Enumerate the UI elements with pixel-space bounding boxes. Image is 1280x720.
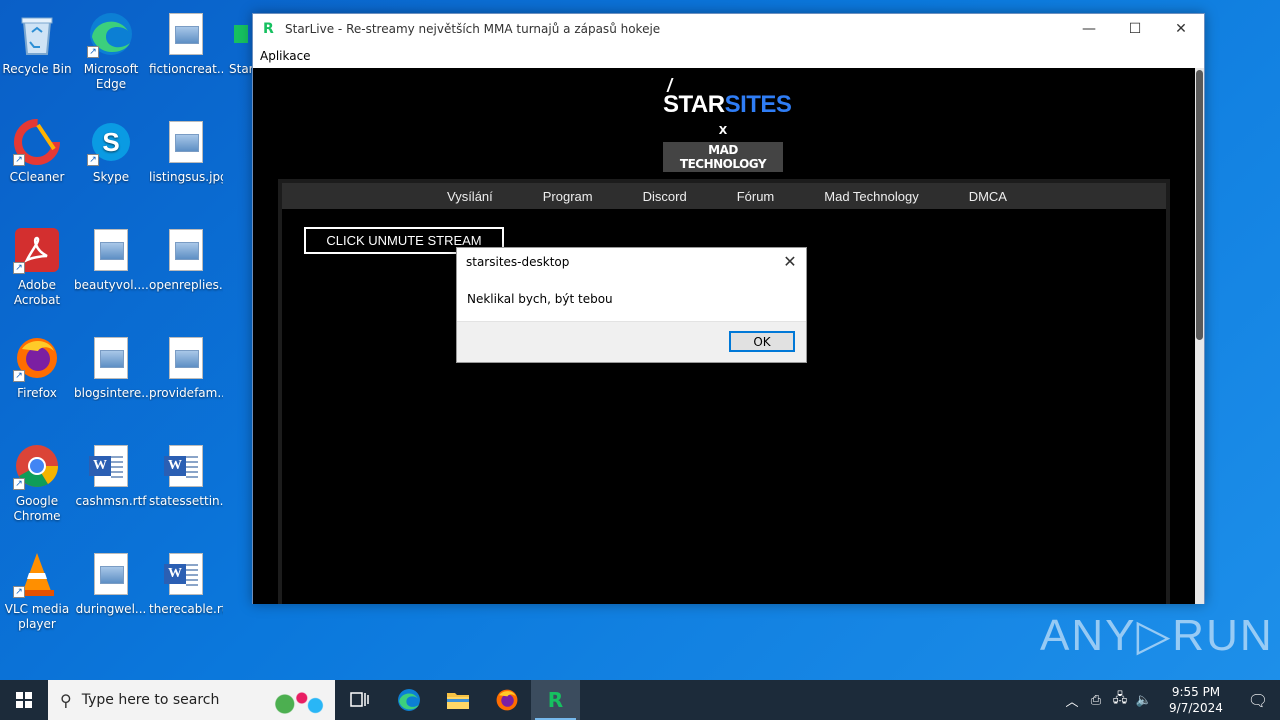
search-placeholder: Type here to search	[81, 692, 220, 708]
desktop-icon-fictioncreat[interactable]: fictioncreat...	[149, 4, 223, 104]
taskbar-edge[interactable]	[384, 680, 433, 720]
close-window-button[interactable]: ✕	[1158, 14, 1204, 44]
ok-button[interactable]: OK	[729, 331, 795, 352]
desktop-icon-ccleaner[interactable]: ↗ CCleaner	[0, 112, 74, 212]
image-file-icon	[87, 334, 135, 382]
notification-icon[interactable]: 🗨	[1236, 691, 1280, 710]
desktop-icon-beautyvol[interactable]: beautyvol....	[74, 220, 148, 320]
site-frame: Vysílání Program Discord Fórum Mad Techn…	[278, 179, 1170, 604]
logo-x: X	[718, 124, 728, 137]
svg-text:S: S	[102, 127, 119, 157]
taskbar-firefox[interactable]	[482, 680, 531, 720]
image-file-icon	[87, 550, 135, 598]
taskbar: ⚲ Type here to search R ︿ ⎙ 🖧 🔈 9:55 PM …	[0, 680, 1280, 720]
logo-mad-technology: MAD TECHNOLOGY	[663, 142, 783, 172]
vlc-icon: ↗	[13, 550, 61, 598]
starsites-logo[interactable]: STARSITES X MAD TECHNOLOGY	[663, 76, 792, 172]
dialog-message: Neklikal bych, být tebou	[467, 292, 613, 306]
dialog-footer: OK	[457, 321, 806, 362]
edge-icon: ↗	[87, 10, 135, 58]
anyrun-watermark: ANY▷RUN	[1040, 611, 1274, 660]
shortcut-arrow-icon: ↗	[13, 478, 25, 490]
nav-mad-technology[interactable]: Mad Technology	[824, 189, 918, 204]
shortcut-arrow-icon: ↗	[13, 154, 25, 166]
image-file-icon	[162, 10, 210, 58]
task-view-button[interactable]	[335, 680, 384, 720]
desktop-icon-microsoft-edge[interactable]: ↗ Microsoft Edge	[74, 4, 148, 104]
skype-icon: S ↗	[87, 118, 135, 166]
image-file-icon	[162, 118, 210, 166]
desktop-icon-skype[interactable]: S ↗ Skype	[74, 112, 148, 212]
minimize-button[interactable]: —	[1066, 14, 1112, 44]
desktop-icon-blogsintere[interactable]: blogsintere...	[74, 328, 148, 428]
shortcut-arrow-icon: ↗	[13, 370, 25, 382]
volume-icon[interactable]: 🔈	[1132, 693, 1156, 708]
image-file-icon	[162, 334, 210, 382]
desktop-icon-cashmsn[interactable]: W cashmsn.rtf	[74, 436, 148, 536]
nav-vysilani[interactable]: Vysílání	[447, 189, 493, 204]
menubar: Aplikace	[253, 44, 1204, 68]
firefox-icon	[496, 689, 517, 711]
starlive-app-icon: R	[547, 688, 564, 712]
clock-time: 9:55 PM	[1171, 685, 1221, 699]
image-file-icon	[162, 226, 210, 274]
shortcut-arrow-icon: ↗	[13, 586, 25, 598]
chrome-icon: ↗	[13, 442, 61, 490]
shortcut-arrow-icon: ↗	[13, 262, 25, 274]
windows-logo-icon	[16, 692, 32, 708]
site-navbar: Vysílání Program Discord Fórum Mad Techn…	[282, 183, 1166, 209]
logo-wordmark: STARSITES	[663, 91, 792, 118]
desktop-icon-providefam[interactable]: providefam...	[149, 328, 223, 428]
nav-dmca[interactable]: DMCA	[969, 189, 1007, 204]
window-titlebar[interactable]: R StarLive - Re-streamy největších MMA t…	[253, 14, 1204, 44]
word-document-icon: W	[87, 442, 135, 490]
taskbar-search-box[interactable]: ⚲ Type here to search	[48, 680, 335, 720]
nav-program[interactable]: Program	[543, 189, 593, 204]
clock[interactable]: 9:55 PM 9/7/2024	[1156, 684, 1236, 716]
nav-forum[interactable]: Fórum	[737, 189, 775, 204]
desktop-icon-recycle-bin[interactable]: Recycle Bin	[0, 4, 74, 104]
desktop-icon-therecable[interactable]: W therecable.rtf	[149, 544, 223, 644]
ccleaner-icon: ↗	[13, 118, 61, 166]
image-file-icon	[87, 226, 135, 274]
scrollbar-thumb[interactable]	[1196, 70, 1203, 340]
adobe-acrobat-icon: ↗	[13, 226, 61, 274]
starlive-app-icon: R	[263, 21, 274, 37]
desktop-icon-google-chrome[interactable]: ↗ Google Chrome	[0, 436, 74, 536]
word-document-icon: W	[162, 442, 210, 490]
taskbar-starlive[interactable]: R	[531, 680, 580, 720]
shortcut-arrow-icon: ↗	[87, 154, 99, 166]
vertical-scrollbar[interactable]	[1195, 68, 1204, 604]
nav-discord[interactable]: Discord	[643, 189, 687, 204]
chevron-up-icon[interactable]: ︿	[1060, 691, 1084, 710]
alert-dialog: starsites-desktop ✕ Neklikal bych, být t…	[456, 247, 807, 363]
menu-aplikace[interactable]: Aplikace	[253, 49, 318, 63]
dialog-close-button[interactable]: ✕	[780, 252, 800, 272]
desktop-icon-firefox[interactable]: ↗ Firefox	[0, 328, 74, 428]
maximize-button[interactable]: ☐	[1112, 14, 1158, 44]
desktop-icon-vlc[interactable]: ↗ VLC media player	[0, 544, 74, 644]
meet-now-icon[interactable]: ⎙	[1084, 693, 1108, 708]
desktop-icon-listingsus[interactable]: listingsus.jpg	[149, 112, 223, 212]
firefox-icon: ↗	[13, 334, 61, 382]
word-document-icon: W	[162, 550, 210, 598]
search-icon: ⚲	[60, 690, 72, 710]
edge-icon	[397, 689, 420, 711]
network-icon[interactable]: 🖧	[1108, 689, 1132, 711]
taskbar-file-explorer[interactable]	[433, 680, 482, 720]
desktop-icon-statessettin[interactable]: W statessettin...	[149, 436, 223, 536]
shortcut-arrow-icon: ↗	[87, 46, 99, 58]
desktop-icon-duringwel[interactable]: duringwel...	[74, 544, 148, 644]
clock-date: 9/7/2024	[1169, 701, 1223, 715]
desktop-icon-openreplies[interactable]: openreplies...	[149, 220, 223, 320]
search-highlight-icon	[261, 686, 329, 716]
system-tray: ︿ ⎙ 🖧 🔈 9:55 PM 9/7/2024 🗨	[1060, 680, 1280, 720]
task-view-icon	[349, 692, 369, 707]
start-button[interactable]	[0, 680, 48, 720]
window-title: StarLive - Re-streamy největších MMA tur…	[285, 22, 661, 36]
recycle-bin-icon	[13, 10, 61, 58]
dialog-title: starsites-desktop	[466, 255, 570, 269]
folder-icon	[446, 693, 469, 709]
desktop-icon-adobe-acrobat[interactable]: ↗ Adobe Acrobat	[0, 220, 74, 320]
